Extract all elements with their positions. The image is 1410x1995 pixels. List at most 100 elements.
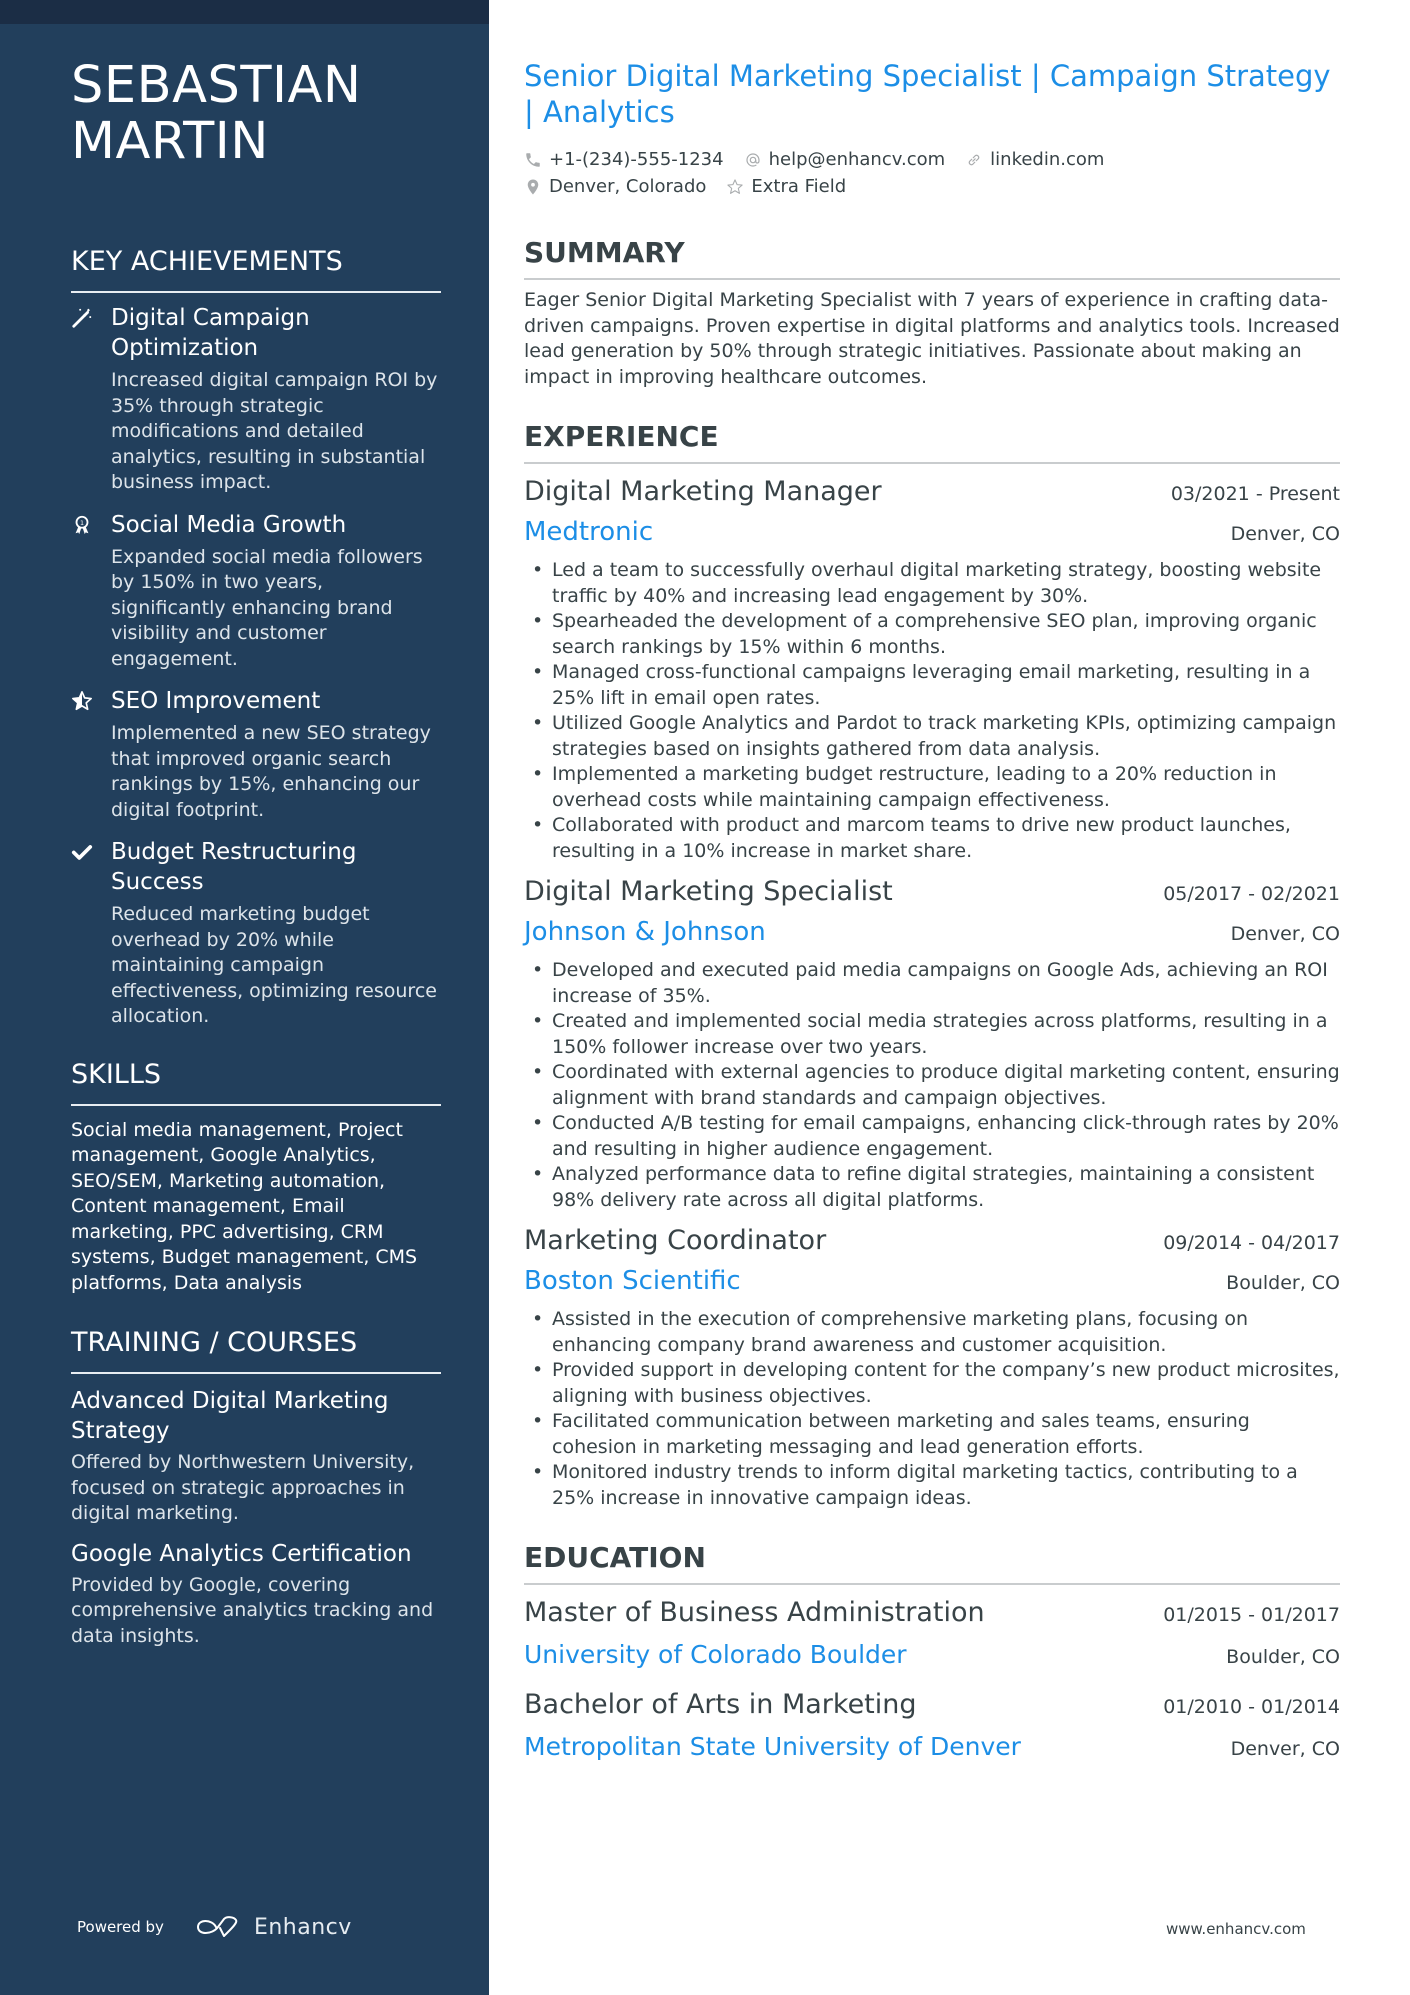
job-bullet: Created and implemented social media str… — [524, 1009, 1340, 1060]
job-entry: Marketing Coordinator 09/2014 - 04/2017 … — [524, 1221, 1340, 1511]
section-heading: EDUCATION — [524, 1541, 1340, 1585]
phone-icon — [526, 152, 540, 167]
name-last: MARTIN — [71, 112, 269, 171]
job-dates: 05/2017 - 02/2021 — [1163, 883, 1340, 905]
enhancv-infinity-icon — [196, 1916, 238, 1937]
enhancv-logo[interactable]: Enhancv — [194, 1914, 352, 1940]
half-star-icon — [71, 690, 95, 714]
education-dates: 01/2010 - 01/2014 — [1163, 1696, 1340, 1718]
link-icon — [968, 154, 980, 165]
job-company: Medtronic — [524, 517, 654, 547]
job-bullets: Developed and executed paid media campai… — [524, 958, 1340, 1213]
school: Metropolitan State University of Denver — [524, 1732, 1021, 1761]
name-first: SEBASTIAN — [71, 56, 362, 115]
headline: Senior Digital Marketing Specialist | Ca… — [524, 59, 1331, 129]
sidebar: SEBASTIAN MARTIN KEY ACHIEVEMENTS Digita… — [0, 0, 489, 1995]
contact-info: +1-(234)-555-1234 help@enhancv.com linke… — [524, 146, 1340, 200]
main-content: Senior Digital Marketing Specialist | Ca… — [524, 58, 1340, 1767]
job-entry: Digital Marketing Specialist 05/2017 - 0… — [524, 872, 1340, 1213]
phone-text: +1-(234)-555-1234 — [549, 149, 724, 170]
job-title: Digital Marketing Specialist — [524, 876, 893, 907]
job-bullet: Implemented a marketing budget restructu… — [524, 762, 1340, 813]
section-heading: SUMMARY — [524, 236, 1340, 280]
education-section: EDUCATION Master of Business Administrat… — [524, 1541, 1340, 1767]
star-icon — [727, 178, 744, 194]
key-achievements-section: KEY ACHIEVEMENTS Digital Campaign Optimi… — [71, 245, 441, 1030]
education-entry: Bachelor of Arts in Marketing 01/2010 - … — [524, 1683, 1340, 1767]
job-bullet: Managed cross-functional campaigns lever… — [524, 660, 1340, 711]
job-company: Boston Scientific — [524, 1266, 741, 1296]
svg-text:1: 1 — [80, 519, 84, 527]
job-bullet: Assisted in the execution of comprehensi… — [524, 1307, 1340, 1358]
achievement-description: Implemented a new SEO strategy that impr… — [111, 722, 431, 821]
course-title: Google Analytics Certification — [71, 1540, 412, 1567]
job-company: Johnson & Johnson — [524, 917, 766, 947]
job-title: Marketing Coordinator — [524, 1225, 827, 1256]
contact-email[interactable]: help@enhancv.com — [744, 149, 946, 170]
skills-section: SKILLS Social media management, Project … — [71, 1058, 441, 1297]
powered-by-label: Powered by — [77, 1918, 164, 1936]
summary-text: Eager Senior Digital Marketing Specialis… — [524, 289, 1340, 388]
job-dates: 09/2014 - 04/2017 — [1163, 1232, 1340, 1254]
course-item: Advanced Digital Marketing Strategy Offe… — [71, 1386, 441, 1527]
course-title: Advanced Digital Marketing Strategy — [71, 1388, 389, 1444]
magic-wand-icon — [71, 307, 95, 331]
contact-link[interactable]: linkedin.com — [965, 149, 1104, 170]
sidebar-top-bar — [0, 0, 489, 24]
at-sign-icon — [745, 152, 760, 167]
job-entry: Digital Marketing Manager 03/2021 - Pres… — [524, 472, 1340, 864]
candidate-name: SEBASTIAN MARTIN — [71, 58, 441, 170]
section-heading: KEY ACHIEVEMENTS — [71, 245, 441, 293]
education-location: Boulder, CO — [1226, 1646, 1340, 1668]
job-bullet: Utilized Google Analytics and Pardot to … — [524, 711, 1340, 762]
achievement-title: Digital Campaign Optimization — [111, 305, 310, 361]
degree: Bachelor of Arts in Marketing — [524, 1689, 917, 1720]
achievement-item: Budget Restructuring Success Reduced mar… — [71, 837, 441, 1030]
training-section: TRAINING / COURSES Advanced Digital Mark… — [71, 1326, 441, 1649]
school: University of Colorado Boulder — [524, 1640, 907, 1669]
course-description: Provided by Google, covering comprehensi… — [71, 1573, 434, 1647]
achievement-title: SEO Improvement — [111, 688, 321, 714]
contact-phone[interactable]: +1-(234)-555-1234 — [524, 149, 724, 170]
education-location: Denver, CO — [1230, 1738, 1340, 1760]
job-bullet: Monitored industry trends to inform digi… — [524, 1460, 1340, 1511]
award-ribbon-icon: 1 — [71, 514, 95, 538]
degree: Master of Business Administration — [524, 1597, 985, 1628]
contact-extra: Extra Field — [726, 176, 846, 197]
course-description: Offered by Northwestern University, focu… — [71, 1451, 415, 1524]
resume-header: Senior Digital Marketing Specialist | Ca… — [524, 58, 1340, 200]
job-location: Denver, CO — [1230, 523, 1340, 545]
location-text: Denver, Colorado — [549, 176, 707, 197]
job-bullets: Assisted in the execution of comprehensi… — [524, 1307, 1340, 1511]
checkmark-icon — [71, 841, 95, 865]
location-pin-icon — [527, 179, 539, 194]
job-location: Denver, CO — [1230, 923, 1340, 945]
education-entry: Master of Business Administration 01/201… — [524, 1591, 1340, 1675]
enhancv-wordmark: Enhancv — [253, 1914, 352, 1940]
section-heading: SKILLS — [71, 1058, 441, 1106]
achievement-description: Reduced marketing budget overhead by 20%… — [111, 903, 437, 1027]
achievement-item: SEO Improvement Implemented a new SEO st… — [71, 686, 441, 823]
job-bullet: Collaborated with product and marcom tea… — [524, 813, 1340, 864]
extra-field-text: Extra Field — [751, 176, 847, 197]
powered-by: Powered by Enhancv — [77, 1914, 352, 1940]
achievement-item: 1 Social Media Growth Expanded social me… — [71, 510, 441, 673]
email-text: help@enhancv.com — [768, 149, 946, 170]
job-bullet: Facilitated communication between market… — [524, 1409, 1340, 1460]
job-bullet: Conducted A/B testing for email campaign… — [524, 1111, 1340, 1162]
job-bullet: Provided support in developing content f… — [524, 1358, 1340, 1409]
job-dates: 03/2021 - Present — [1170, 483, 1340, 505]
skills-list: Social media management, Project managem… — [71, 1118, 418, 1294]
achievement-item: Digital Campaign Optimization Increased … — [71, 303, 441, 496]
link-text: linkedin.com — [990, 149, 1105, 170]
footer-url[interactable]: www.enhancv.com — [1166, 1920, 1306, 1938]
job-bullet: Spearheaded the development of a compreh… — [524, 609, 1340, 660]
achievement-title: Social Media Growth — [111, 511, 347, 538]
job-bullet: Coordinated with external agencies to pr… — [524, 1060, 1340, 1111]
contact-location: Denver, Colorado — [524, 176, 706, 197]
achievement-description: Expanded social media followers by 150% … — [111, 545, 423, 670]
job-bullets: Led a team to successfully overhaul digi… — [524, 558, 1340, 864]
job-title: Digital Marketing Manager — [524, 476, 882, 507]
education-dates: 01/2015 - 01/2017 — [1163, 1604, 1340, 1626]
job-location: Boulder, CO — [1226, 1272, 1340, 1294]
